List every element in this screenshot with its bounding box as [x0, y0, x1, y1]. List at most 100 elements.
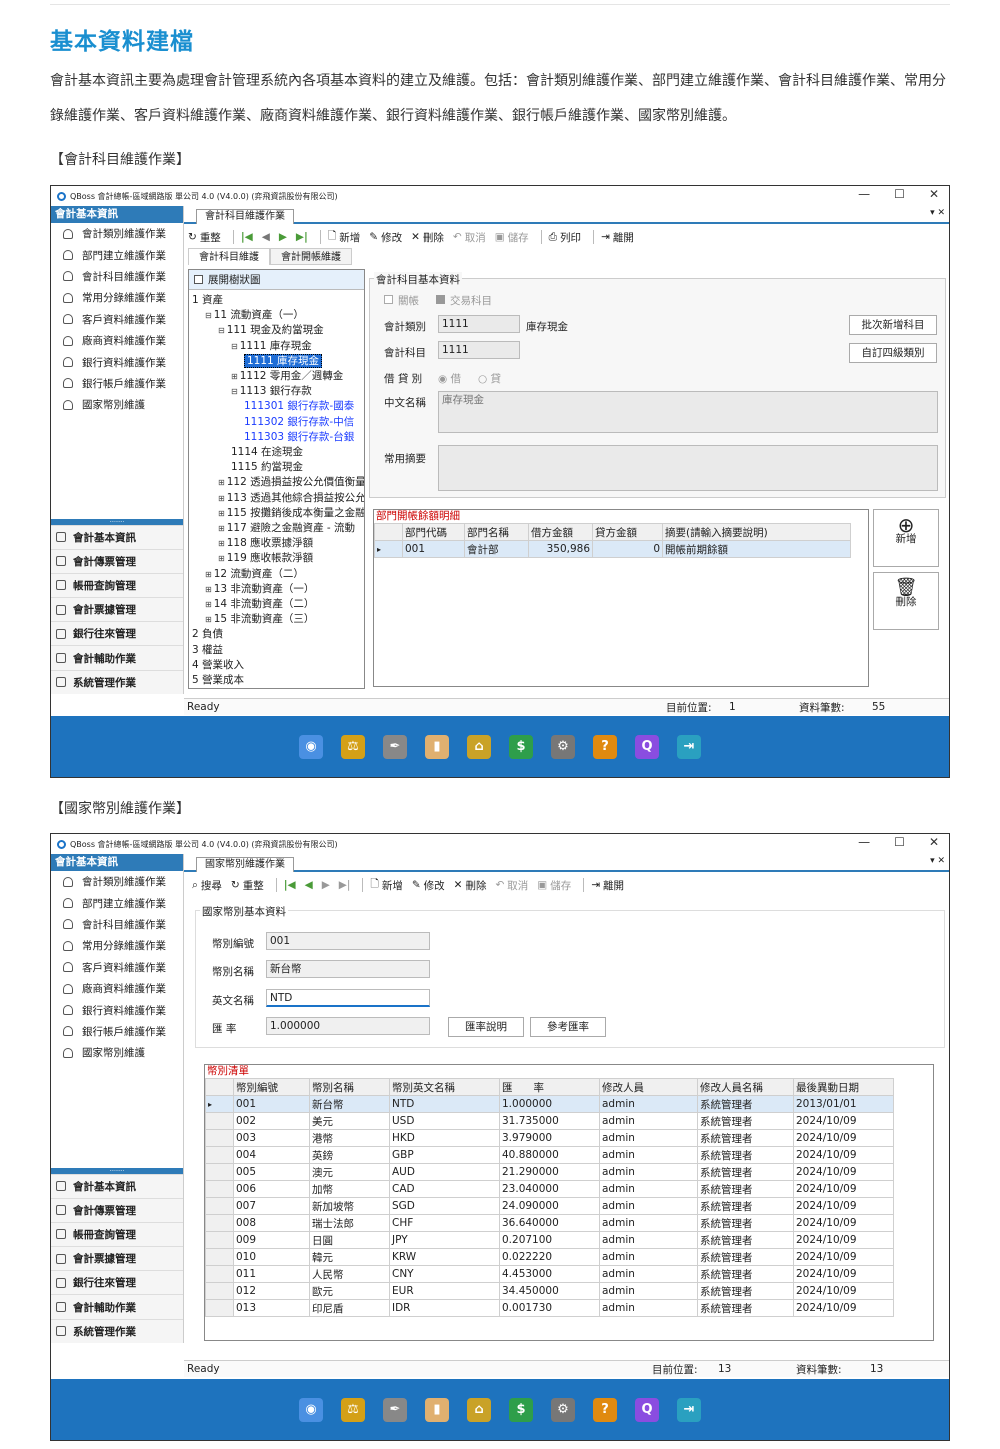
- money-icon[interactable]: $: [509, 734, 533, 759]
- table-cell[interactable]: JPY: [389, 1231, 500, 1249]
- row-indicator[interactable]: ▸: [205, 1095, 234, 1113]
- sidebar-item[interactable]: 銀行帳戶維護作業: [51, 1021, 183, 1042]
- module-button[interactable]: 會計基本資訊: [51, 1173, 183, 1198]
- row-indicator[interactable]: [205, 1265, 234, 1283]
- table-cell[interactable]: 008: [233, 1214, 310, 1232]
- tree-node[interactable]: 1111 庫存現金: [244, 353, 323, 368]
- table-cell[interactable]: admin: [599, 1248, 698, 1266]
- collapse-icon[interactable]: ⊟: [218, 326, 225, 335]
- row-indicator[interactable]: [205, 1197, 234, 1215]
- table-cell[interactable]: 系統管理者: [697, 1231, 794, 1249]
- subtab-account-maint[interactable]: 會計科目維護: [188, 248, 270, 265]
- module-button[interactable]: 會計輔助作業: [51, 645, 183, 670]
- tab-controls[interactable]: ▾ ✕: [930, 208, 945, 218]
- row-indicator[interactable]: [205, 1146, 234, 1164]
- sidebar-item[interactable]: 銀行資料維護作業: [51, 999, 183, 1020]
- help-icon[interactable]: ?: [593, 734, 617, 759]
- expand-icon[interactable]: ⊞: [218, 509, 225, 518]
- batch-add-button[interactable]: 批次新增科目: [849, 315, 937, 335]
- table-cell[interactable]: GBP: [389, 1146, 500, 1164]
- print-button[interactable]: ⎙ 列印: [549, 230, 581, 245]
- table-cell[interactable]: 港幣: [309, 1129, 390, 1147]
- table-cell[interactable]: 009: [233, 1231, 310, 1249]
- table-cell[interactable]: 40.880000: [499, 1146, 600, 1164]
- close-button[interactable]: ✕: [929, 835, 939, 849]
- last-record-button[interactable]: ▶|: [339, 879, 351, 891]
- column-header[interactable]: 修改人員名稱: [697, 1078, 794, 1096]
- scale-icon[interactable]: ⚖: [341, 734, 365, 759]
- table-cell[interactable]: admin: [599, 1163, 698, 1181]
- credit-radio[interactable]: ○ 貸: [478, 371, 501, 386]
- maximize-button[interactable]: ☐: [894, 187, 905, 201]
- table-cell[interactable]: 007: [233, 1197, 310, 1215]
- close-checkbox[interactable]: 關帳: [384, 293, 419, 308]
- table-cell[interactable]: 會計部: [464, 540, 529, 558]
- column-header[interactable]: 匯 率: [499, 1078, 600, 1096]
- table-cell[interactable]: CNY: [389, 1265, 500, 1283]
- table-cell[interactable]: 韓元: [309, 1248, 390, 1266]
- table-cell[interactable]: 36.640000: [499, 1214, 600, 1232]
- row-indicator[interactable]: ▸: [374, 540, 403, 558]
- sidebar-splitter[interactable]: ........: [51, 1166, 183, 1174]
- tree-node[interactable]: ⊞ 112 透過損益按公允價值衡量之: [218, 475, 364, 490]
- memo-field[interactable]: [438, 445, 938, 491]
- collapse-icon[interactable]: ⊟: [231, 342, 238, 351]
- column-header[interactable]: 最後異動日期: [793, 1078, 894, 1096]
- column-header[interactable]: 修改人員: [599, 1078, 698, 1096]
- delete-button[interactable]: ✕ 刪除: [454, 878, 487, 893]
- sidebar-splitter[interactable]: ........: [51, 517, 183, 525]
- table-cell[interactable]: 系統管理者: [697, 1282, 794, 1300]
- table-cell[interactable]: 美元: [309, 1112, 390, 1130]
- debit-radio[interactable]: ◉ 借: [438, 371, 461, 386]
- exit-icon[interactable]: ⇥: [677, 734, 701, 759]
- table-cell[interactable]: admin: [599, 1180, 698, 1198]
- reset-button[interactable]: ↻ 重整: [231, 878, 264, 893]
- row-indicator[interactable]: [205, 1214, 234, 1232]
- tree-node[interactable]: 111301 銀行存款-國泰: [244, 399, 354, 413]
- sidebar-item[interactable]: 部門建立維護作業: [51, 892, 183, 913]
- table-cell[interactable]: AUD: [389, 1163, 500, 1181]
- module-button[interactable]: 系統管理作業: [51, 669, 183, 694]
- table-cell[interactable]: SGD: [389, 1197, 500, 1215]
- first-record-button[interactable]: |◀: [284, 879, 296, 891]
- table-cell[interactable]: 系統管理者: [697, 1129, 794, 1147]
- level4-button[interactable]: 自訂四級類別: [849, 343, 937, 363]
- table-cell[interactable]: 系統管理者: [697, 1214, 794, 1232]
- table-row[interactable]: 007 新加坡幣 SGD 24.090000 admin 系統管理者 2024/10/09: [205, 1197, 894, 1215]
- module-button[interactable]: 帳冊查詢管理: [51, 1221, 183, 1247]
- collapse-icon[interactable]: ⊟: [205, 311, 212, 320]
- table-cell[interactable]: admin: [599, 1282, 698, 1300]
- tree-node[interactable]: 4 營業收入: [192, 658, 244, 672]
- en-field[interactable]: NTD: [266, 989, 430, 1007]
- table-cell[interactable]: 系統管理者: [697, 1248, 794, 1266]
- tree-node[interactable]: ⊞ 14 非流動資產（二）: [205, 597, 314, 612]
- sidebar-item[interactable]: 客戶資料維護作業: [51, 957, 183, 978]
- column-header[interactable]: 貸方金額: [592, 523, 663, 541]
- expand-icon[interactable]: ⊞: [205, 600, 212, 609]
- tab-currency[interactable]: 國家幣別維護作業: [196, 857, 294, 872]
- prev-record-button[interactable]: ◀: [305, 879, 313, 891]
- expand-icon[interactable]: ⊞: [218, 494, 225, 503]
- table-cell[interactable]: 350,986: [528, 540, 593, 558]
- save-button[interactable]: ▣ 儲存: [495, 230, 529, 245]
- search-button[interactable]: ⌕ 搜尋: [192, 878, 222, 893]
- tree-node[interactable]: ⊟ 11 流動資產（一）: [205, 308, 304, 323]
- table-cell[interactable]: 011: [233, 1265, 310, 1283]
- table-cell[interactable]: 系統管理者: [697, 1265, 794, 1283]
- last-record-button[interactable]: ▶|: [296, 231, 308, 243]
- table-cell[interactable]: 004: [233, 1146, 310, 1164]
- table-cell[interactable]: 2024/10/09: [793, 1112, 894, 1130]
- row-indicator[interactable]: [205, 1299, 234, 1317]
- table-cell[interactable]: 31.735000: [499, 1112, 600, 1130]
- minimize-button[interactable]: —: [858, 835, 870, 849]
- sidebar-item[interactable]: 廠商資料維護作業: [51, 978, 183, 999]
- table-cell[interactable]: 3.979000: [499, 1129, 600, 1147]
- table-cell[interactable]: 2024/10/09: [793, 1265, 894, 1283]
- table-cell[interactable]: USD: [389, 1112, 500, 1130]
- edit-button[interactable]: ✎ 修改: [412, 878, 445, 893]
- expand-icon[interactable]: ⊞: [218, 524, 225, 533]
- tree-node[interactable]: 1115 約當現金: [231, 460, 303, 474]
- table-cell[interactable]: 加幣: [309, 1180, 390, 1198]
- table-cell[interactable]: admin: [599, 1197, 698, 1215]
- table-row[interactable]: 003 港幣 HKD 3.979000 admin 系統管理者 2024/10/09: [205, 1129, 894, 1147]
